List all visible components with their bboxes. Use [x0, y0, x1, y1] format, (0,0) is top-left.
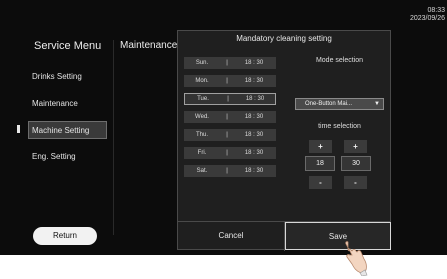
- hour-increment-button[interactable]: +: [309, 140, 332, 153]
- hour-value[interactable]: 18: [305, 156, 335, 171]
- day-time: 18 : 30: [244, 114, 264, 120]
- day-row-sat[interactable]: Sat. | 18 : 30: [184, 165, 276, 177]
- pointing-hand-icon: [345, 241, 368, 276]
- day-name: Wed.: [195, 114, 209, 120]
- day-name: Tue.: [197, 96, 209, 102]
- day-separator: |: [226, 150, 228, 156]
- active-marker: [17, 125, 20, 133]
- day-separator: |: [226, 132, 228, 138]
- day-name: Thu.: [195, 132, 208, 138]
- sidebar-item-maintenance[interactable]: Maintenance: [32, 95, 111, 113]
- day-separator: |: [226, 78, 228, 84]
- day-row-fri[interactable]: Fri. | 18 : 30: [184, 147, 276, 159]
- sidebar-item-machine-setting[interactable]: Machine Setting: [28, 121, 107, 139]
- day-time: 18 : 30: [244, 132, 264, 138]
- clock: 08:33 2023/09/26: [410, 7, 445, 23]
- day-name: Sun.: [195, 60, 209, 66]
- clock-date: 2023/09/26: [409, 15, 445, 22]
- day-separator: |: [226, 114, 228, 120]
- day-row-mon[interactable]: Mon. | 18 : 30: [184, 75, 276, 87]
- cleaning-dialog: Mandatory cleaning setting Sun. | 18 : 3…: [177, 30, 391, 251]
- service-screen: 08:33 2023/09/26 Service Menu Drinks Set…: [0, 0, 447, 255]
- day-separator: |: [226, 60, 228, 66]
- day-separator: |: [226, 168, 228, 174]
- sidebar-divider: [113, 40, 114, 235]
- sidebar-item-drinks-setting[interactable]: Drinks Setting: [32, 68, 111, 86]
- cancel-button[interactable]: Cancel: [178, 222, 284, 250]
- mode-select-value: One-Button Mai...: [305, 101, 353, 107]
- sidebar-item-eng-setting[interactable]: Eng. Setting: [32, 148, 111, 166]
- return-button[interactable]: Return: [33, 227, 97, 245]
- day-time: 18 : 30: [244, 78, 264, 84]
- time-selection-label: time selection: [318, 123, 361, 130]
- day-time: 18 : 30: [244, 60, 264, 66]
- day-row-sun[interactable]: Sun. | 18 : 30: [184, 57, 276, 69]
- mode-selection-label: Mode selection: [315, 57, 364, 64]
- day-row-wed[interactable]: Wed. | 18 : 30: [184, 111, 276, 123]
- chevron-down-icon: ▼: [374, 101, 380, 107]
- day-time: 18 : 30: [244, 150, 264, 156]
- day-time: 18 : 30: [244, 168, 264, 174]
- minute-decrement-button[interactable]: -: [344, 176, 367, 189]
- mode-select[interactable]: One-Button Mai... ▼: [295, 98, 384, 110]
- save-button[interactable]: Save: [285, 222, 391, 250]
- day-row-tue[interactable]: Tue. | 18 : 30: [184, 93, 276, 105]
- sidebar-title: Service Menu: [34, 40, 102, 52]
- minute-value[interactable]: 30: [341, 156, 371, 171]
- day-separator: |: [227, 96, 229, 102]
- day-row-thu[interactable]: Thu. | 18 : 30: [184, 129, 276, 141]
- day-time: 18 : 30: [245, 96, 265, 102]
- day-name: Mon.: [195, 78, 209, 84]
- day-name: Sat.: [196, 168, 208, 174]
- clock-time: 08:33: [427, 7, 445, 14]
- dialog-title: Mandatory cleaning setting: [236, 34, 332, 43]
- day-name: Fri.: [197, 150, 207, 156]
- hour-decrement-button[interactable]: -: [309, 176, 332, 189]
- minute-increment-button[interactable]: +: [344, 140, 367, 153]
